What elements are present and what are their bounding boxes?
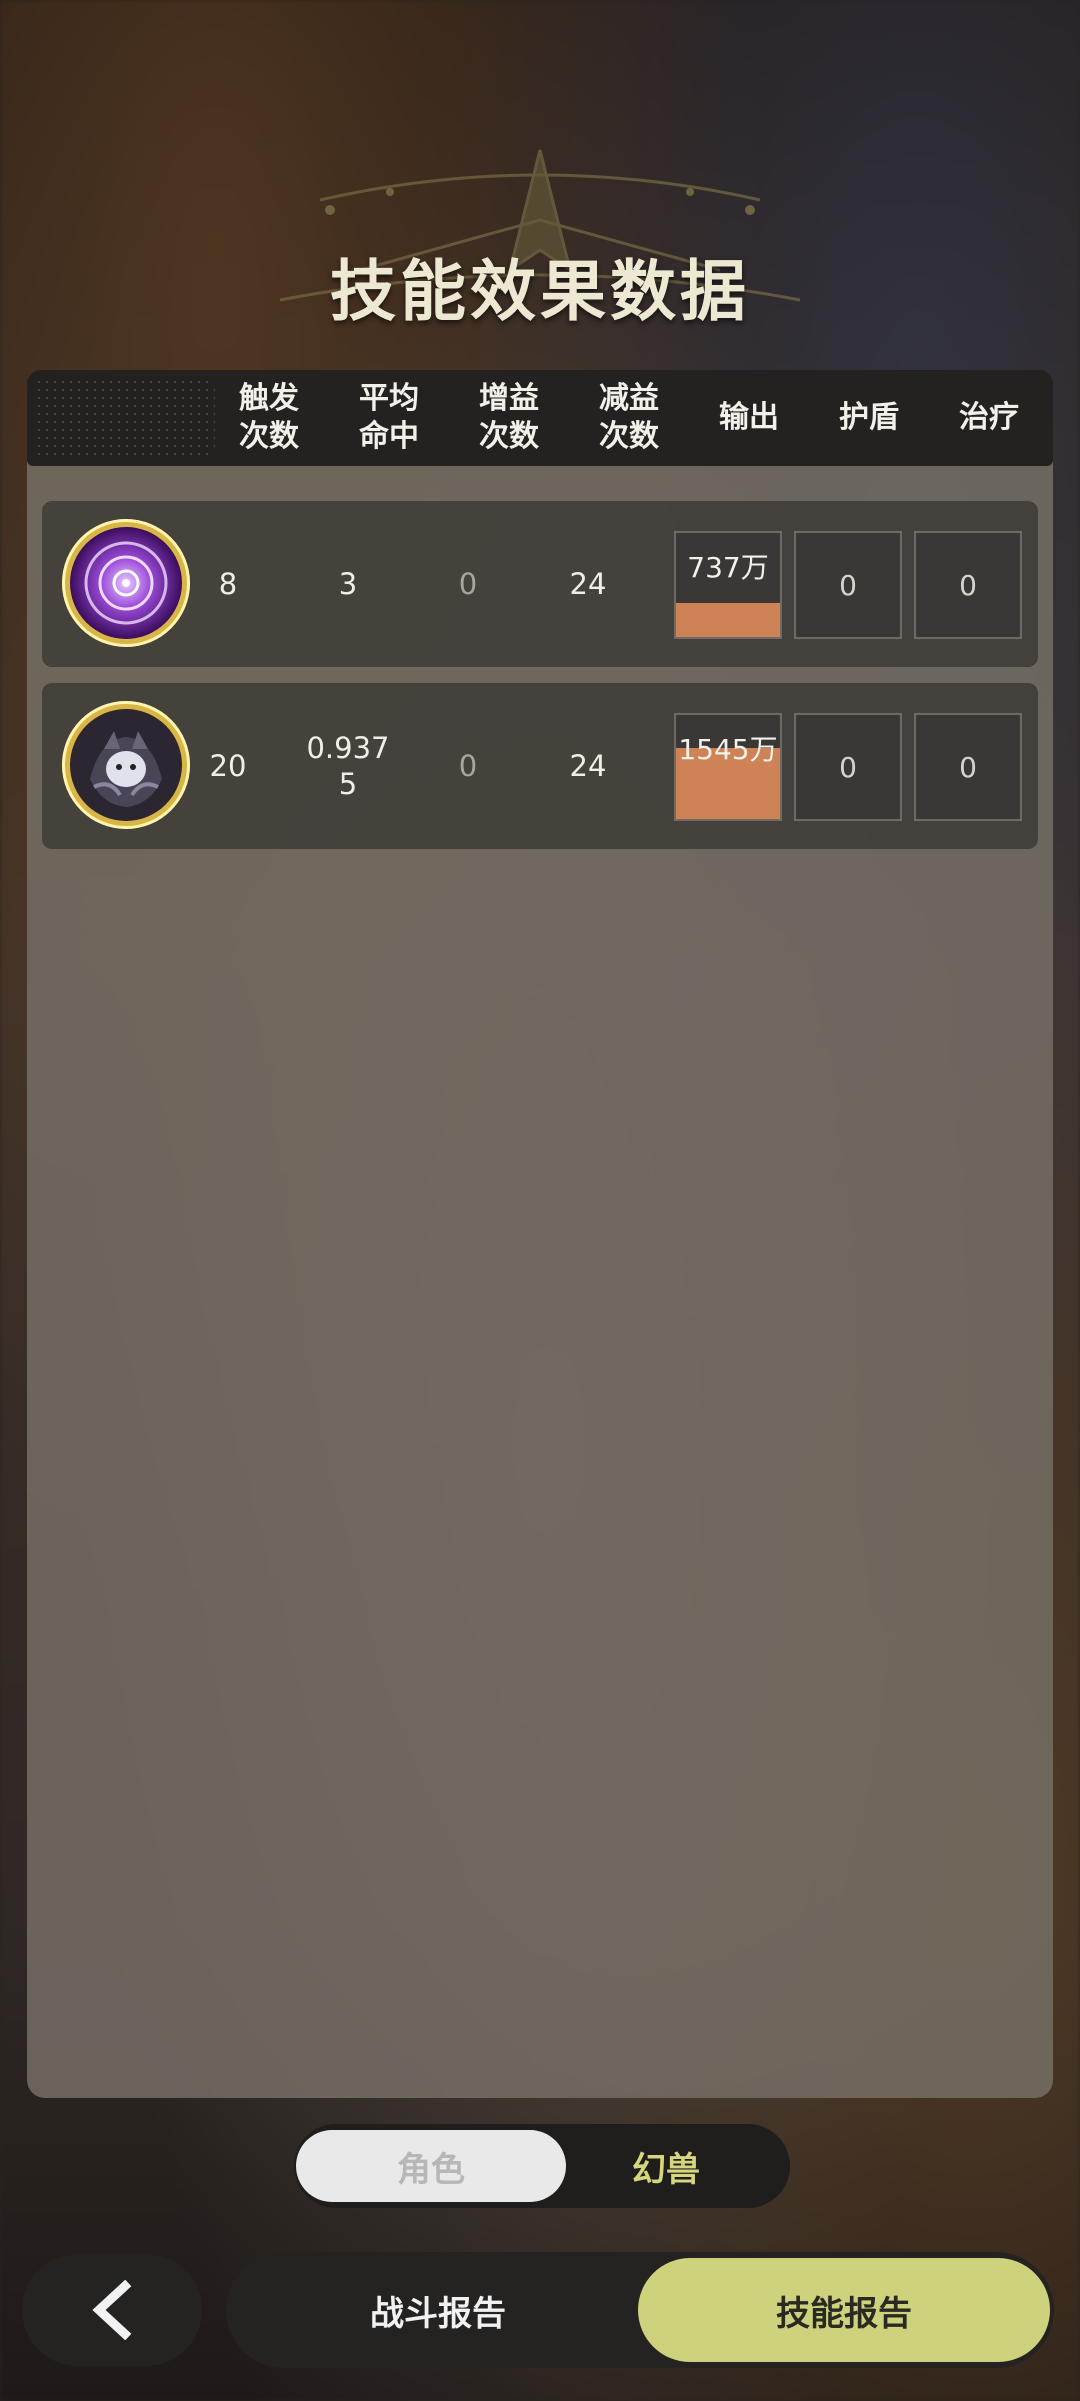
trigger-count: 8 [218, 567, 238, 601]
col-shield: 护盾 [839, 400, 899, 435]
report-nav: 战斗报告 技能报告 [226, 2252, 1054, 2368]
toggle-character[interactable]: 角色 [296, 2130, 566, 2202]
tab-battle-report[interactable]: 战斗报告 [226, 2252, 650, 2368]
debuff-count: 24 [569, 567, 607, 601]
shield-value: 0 [839, 750, 857, 784]
output-bar: 1545万 [674, 713, 782, 821]
table-row[interactable]: 20 0.937 5 0 24 1545万 0 0 [42, 683, 1038, 849]
trigger-count: 20 [209, 749, 247, 783]
output-bar: 737万 [674, 531, 782, 639]
col-debuff-count: 减益 次数 [599, 381, 659, 454]
table-row[interactable]: 8 3 0 24 737万 0 0 [42, 501, 1038, 667]
character-beast-toggle[interactable]: 角色 幻兽 [294, 2124, 790, 2208]
shield-box: 0 [794, 713, 902, 821]
buff-count: 0 [458, 567, 478, 601]
purple-vortex-icon [70, 527, 182, 639]
heal-box: 0 [914, 713, 1022, 821]
avg-hit: 0.937 5 [288, 683, 408, 849]
col-avg-hit: 平均 命中 [359, 381, 419, 454]
toggle-beast[interactable]: 幻兽 [542, 2124, 790, 2208]
back-button[interactable] [22, 2254, 202, 2366]
col-buff-count: 增益 次数 [479, 381, 539, 454]
output-fill [676, 602, 780, 637]
shield-box: 0 [794, 531, 902, 639]
heal-value: 0 [959, 568, 977, 602]
avg-hit: 3 [338, 567, 358, 601]
col-output: 输出 [719, 400, 779, 435]
buff-count: 0 [458, 749, 478, 783]
header-decoration [35, 378, 215, 458]
tab-skill-report[interactable]: 技能报告 [638, 2258, 1050, 2362]
heal-value: 0 [959, 750, 977, 784]
output-value: 737万 [687, 551, 769, 584]
shadow-beast-icon [70, 709, 182, 821]
title-area: 技能效果数据 [0, 120, 1080, 340]
avg-hit-line2: 5 [338, 767, 358, 801]
col-trigger-count: 触发 次数 [239, 381, 299, 454]
heal-box: 0 [914, 531, 1022, 639]
shield-value: 0 [839, 568, 857, 602]
back-arrow-icon [92, 2280, 132, 2340]
avg-hit-line1: 0.937 [306, 731, 390, 765]
table-header: 触发 次数 平均 命中 增益 次数 减益 次数 输出 护盾 治疗 [27, 370, 1053, 466]
col-heal: 治疗 [959, 400, 1019, 435]
debuff-count: 24 [569, 749, 607, 783]
page-title: 技能效果数据 [330, 253, 750, 330]
output-value: 1545万 [678, 733, 778, 766]
